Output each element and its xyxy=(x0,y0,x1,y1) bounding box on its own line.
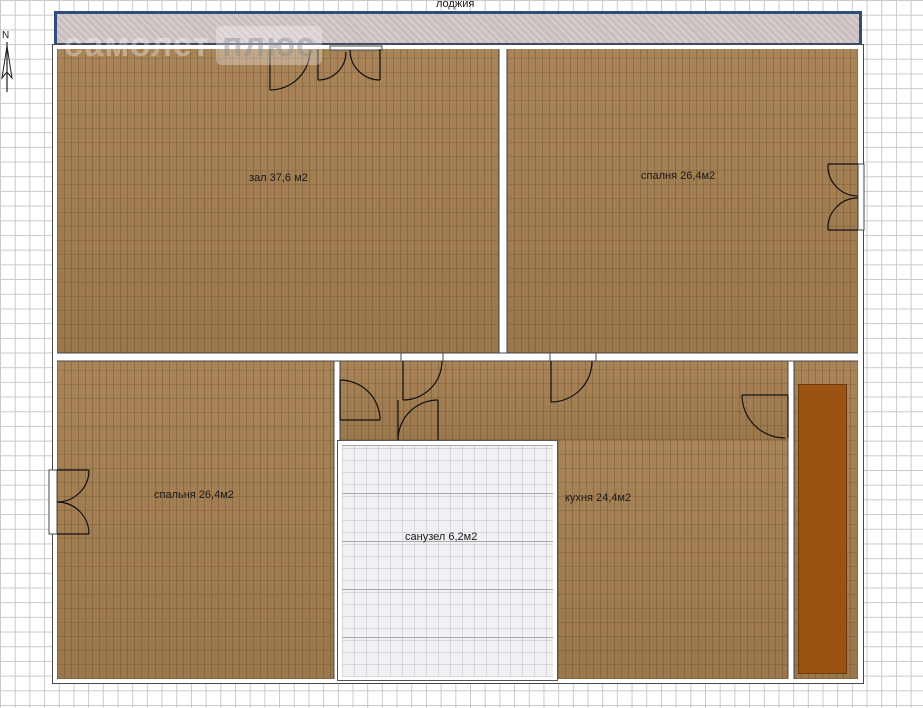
door-bedroom-left xyxy=(339,379,381,421)
room-label-bedroom-top: спалня 26,4м2 xyxy=(641,170,716,182)
door-swings xyxy=(56,49,859,535)
room-label-kitchen: кухня 24,4м2 xyxy=(565,492,632,504)
watermark-tag: плюс xyxy=(216,26,322,65)
door-bathroom xyxy=(397,399,439,441)
room-label-hall: зал 37,6 м2 xyxy=(249,172,308,184)
door-pantry xyxy=(741,394,789,439)
door-bedroom-left-window xyxy=(56,469,90,535)
watermark-logo: самолет плюс xyxy=(64,26,322,65)
door-bedroom-top-loggia xyxy=(827,163,859,231)
room-label-bathroom: санузел 6,2м2 xyxy=(405,531,478,543)
watermark-brand: самолет xyxy=(64,26,211,64)
door-corridor-1 xyxy=(402,360,443,401)
door-corridor-kitchen xyxy=(550,360,593,403)
room-label-bedroom-left: спальня 26,4м2 xyxy=(154,489,234,501)
